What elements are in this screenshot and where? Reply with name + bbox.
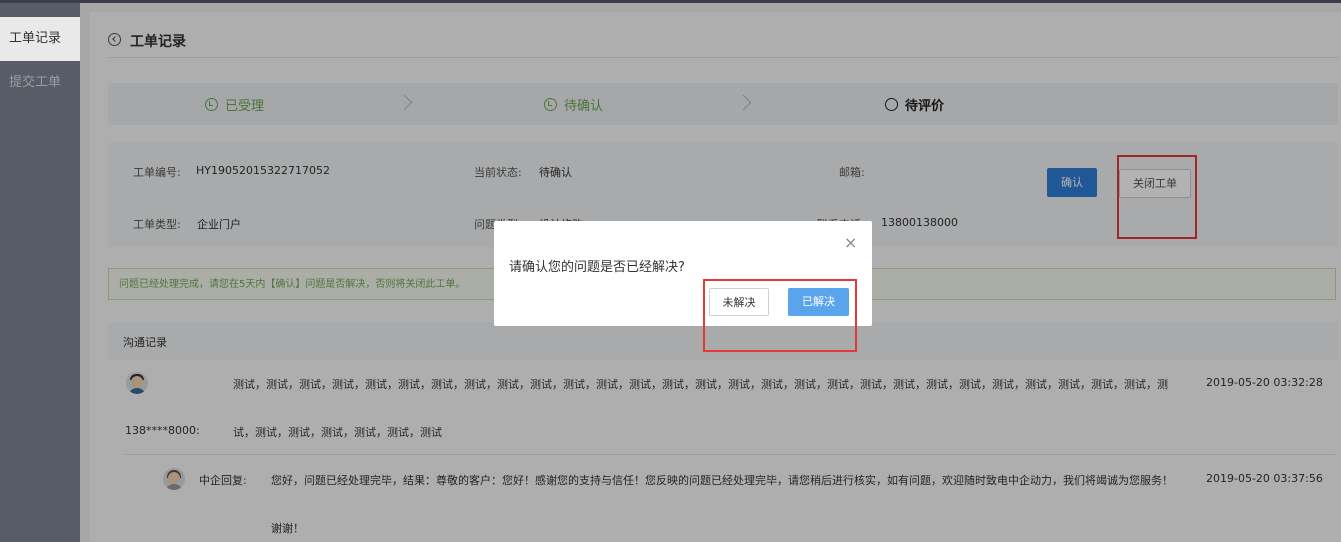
- highlight-box: [703, 279, 857, 352]
- sidebar-item-submit-ticket[interactable]: 提交工单: [0, 61, 80, 105]
- sidebar-item-ticket-records[interactable]: 工单记录: [0, 17, 80, 61]
- dialog-message: 请确认您的问题是否已经解决?: [509, 260, 685, 275]
- close-icon[interactable]: ×: [844, 235, 857, 251]
- sidebar: 工单记录 提交工单: [0, 3, 80, 542]
